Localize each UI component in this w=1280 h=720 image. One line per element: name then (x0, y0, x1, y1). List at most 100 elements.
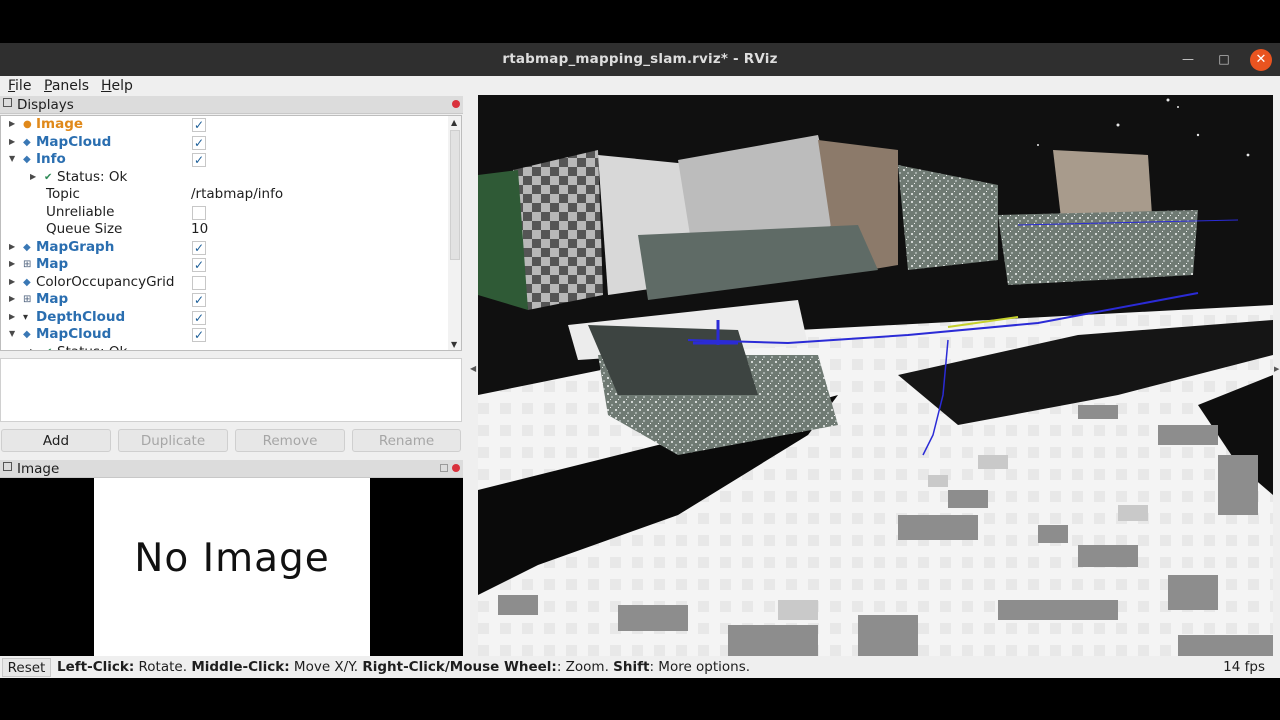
panel-splitter[interactable]: ◀ (465, 94, 478, 658)
status-hints: Left-Click: Rotate. Middle-Click: Move X… (57, 659, 750, 675)
maximize-icon[interactable]: □ (1213, 49, 1235, 71)
tree-scrollbar[interactable]: ▲ ▼ (448, 116, 461, 350)
display-row-topic[interactable]: Topic/rtabmap/info (1, 186, 449, 204)
display-row-value[interactable]: 10 (191, 221, 208, 237)
display-row-label: Map (36, 256, 69, 272)
hint-middle-click-value: Move X/Y. (289, 659, 363, 675)
expand-right-icon[interactable]: ▶ (30, 172, 38, 182)
display-row-map[interactable]: ▶ ⊞ Map ✓ (1, 291, 449, 309)
hint-middle-click-key: Middle-Click: (191, 659, 290, 675)
3d-render-viewport[interactable] (478, 95, 1273, 656)
scrollbar-thumb[interactable] (450, 130, 460, 260)
image-panel-icon (3, 462, 12, 471)
expand-down-icon[interactable]: ▼ (9, 154, 17, 164)
display-row-status-ok[interactable]: ▶ ✔ Status: Ok (1, 169, 449, 187)
display-row-queue-size[interactable]: Queue Size 10 (1, 221, 449, 239)
display-row-mapcloud[interactable]: ▶ ◆ MapCloud ✓ (1, 134, 449, 152)
display-row-mapcloud[interactable]: ▼ ◆ MapCloud ✓ (1, 326, 449, 344)
duplicate-display-button[interactable]: Duplicate (118, 429, 228, 452)
statusbar: Reset Left-Click: Rotate. Middle-Click: … (0, 657, 1280, 678)
displays-panel-header: Displays (0, 96, 463, 114)
display-row-coloroccupancygrid[interactable]: ▶ ◆ ColorOccupancyGrid (1, 274, 449, 292)
displays-panel-title: Displays (17, 97, 74, 113)
display-row-label: MapGraph (36, 238, 115, 255)
scroll-up-icon[interactable]: ▲ (451, 118, 457, 127)
image-panel-title: Image (17, 461, 60, 477)
display-row-value[interactable]: /rtabmap/info (191, 186, 283, 202)
map-grid-icon: ⊞ (23, 294, 32, 305)
enabled-checkbox[interactable]: ✓ (192, 118, 206, 132)
enabled-checkbox[interactable] (192, 205, 206, 220)
display-row-label: Image (36, 116, 84, 132)
status-ok-icon: ✔ (44, 171, 53, 183)
display-row-label: Status: Ok (57, 344, 127, 351)
display-diamond-icon: ◆ (23, 276, 31, 288)
expand-right-icon[interactable]: ▶ (9, 294, 17, 304)
menu-panels-label: anels (51, 78, 90, 94)
image-canvas: No Image (94, 478, 370, 656)
expand-right-icon[interactable]: ▶ (9, 242, 17, 252)
map-grid-icon: ⊞ (23, 259, 32, 270)
right-dock-splitter[interactable]: ▶ (1273, 95, 1280, 656)
display-row-info[interactable]: ▼ ◆ Info ✓ (1, 151, 449, 169)
enabled-checkbox[interactable]: ✓ (192, 293, 206, 307)
collapse-right-icon[interactable]: ▶ (1274, 365, 1279, 373)
enabled-checkbox[interactable] (192, 275, 206, 290)
menu-help[interactable]: Help (101, 78, 133, 94)
add-display-button[interactable]: Add (1, 429, 111, 452)
enabled-checkbox[interactable]: ✓ (192, 258, 206, 272)
display-row-map[interactable]: ▶ ⊞ Map ✓ (1, 256, 449, 274)
display-row-label: Map (36, 291, 69, 307)
scroll-down-icon[interactable]: ▼ (451, 340, 457, 349)
display-diamond-icon: ◆ (23, 241, 31, 253)
expand-right-icon[interactable]: ▶ (30, 347, 38, 351)
menu-file[interactable]: File (8, 78, 31, 94)
display-row-label: Topic (46, 186, 80, 202)
hint-left-click-value: Rotate. (134, 659, 192, 675)
panel-close-icon[interactable] (452, 100, 460, 108)
display-row-label: Info (36, 151, 66, 167)
remove-display-button[interactable]: Remove (235, 429, 345, 452)
enabled-checkbox[interactable]: ✓ (192, 328, 206, 342)
hint-right-click-key: Right-Click/Mouse Wheel: (362, 659, 557, 675)
display-row-status-ok[interactable]: ▶ ✔ Status: Ok (1, 344, 449, 351)
minimize-icon[interactable]: — (1177, 49, 1199, 71)
menu-panels[interactable]: Panels (44, 78, 89, 94)
displays-panel-icon (3, 98, 12, 107)
menu-help-label: elp (111, 78, 133, 94)
expand-right-icon[interactable]: ▶ (9, 277, 17, 287)
no-image-text: No Image (134, 536, 330, 581)
enabled-checkbox[interactable]: ✓ (192, 240, 206, 255)
enabled-checkbox[interactable]: ✓ (192, 153, 206, 167)
display-row-unreliable[interactable]: Unreliable (1, 204, 449, 222)
expand-down-icon[interactable]: ▼ (9, 329, 17, 339)
expand-right-icon[interactable]: ▶ (9, 137, 17, 147)
menu-panels-mnemonic: P (44, 78, 52, 94)
rviz-window: File Panels Help Displays ▶ ● Image ✓ ▶ ◆ MapC… (0, 76, 1280, 678)
collapse-left-icon[interactable]: ◀ (470, 364, 476, 373)
reset-view-button[interactable]: Reset (2, 658, 51, 677)
display-row-mapgraph[interactable]: ▶ ◆ MapGraph ✓ (1, 239, 449, 257)
hint-left-click-key: Left-Click: (57, 659, 135, 675)
panel-close-icon[interactable] (452, 464, 460, 472)
display-row-image[interactable]: ▶ ● Image ✓ (1, 116, 449, 134)
hint-shift-value: : More options. (649, 659, 751, 675)
panel-float-icon[interactable] (440, 464, 448, 472)
fps-counter: 14 fps (1223, 659, 1265, 675)
rename-display-button[interactable]: Rename (352, 429, 461, 452)
close-window-icon[interactable]: ✕ (1250, 49, 1272, 71)
display-row-label: MapCloud (36, 133, 112, 150)
menu-file-mnemonic: F (8, 78, 16, 94)
display-diamond-icon: ◆ (23, 136, 31, 148)
display-row-label: ColorOccupancyGrid (36, 273, 175, 290)
displays-tree: ▶ ● Image ✓ ▶ ◆ MapCloud ✓ ▼ ◆ Info ✓ ▶ ✔ Status: Ok To… (0, 115, 462, 351)
image-view: No Image (0, 478, 463, 656)
display-description-area (0, 358, 462, 422)
enabled-checkbox[interactable]: ✓ (192, 135, 206, 150)
expand-right-icon[interactable]: ▶ (9, 259, 17, 269)
expand-right-icon[interactable]: ▶ (9, 119, 17, 129)
expand-right-icon[interactable]: ▶ (9, 312, 17, 322)
menu-help-mnemonic: H (101, 78, 112, 94)
enabled-checkbox[interactable]: ✓ (192, 310, 206, 325)
display-row-depthcloud[interactable]: ▶ ▾ DepthCloud ✓ (1, 309, 449, 327)
